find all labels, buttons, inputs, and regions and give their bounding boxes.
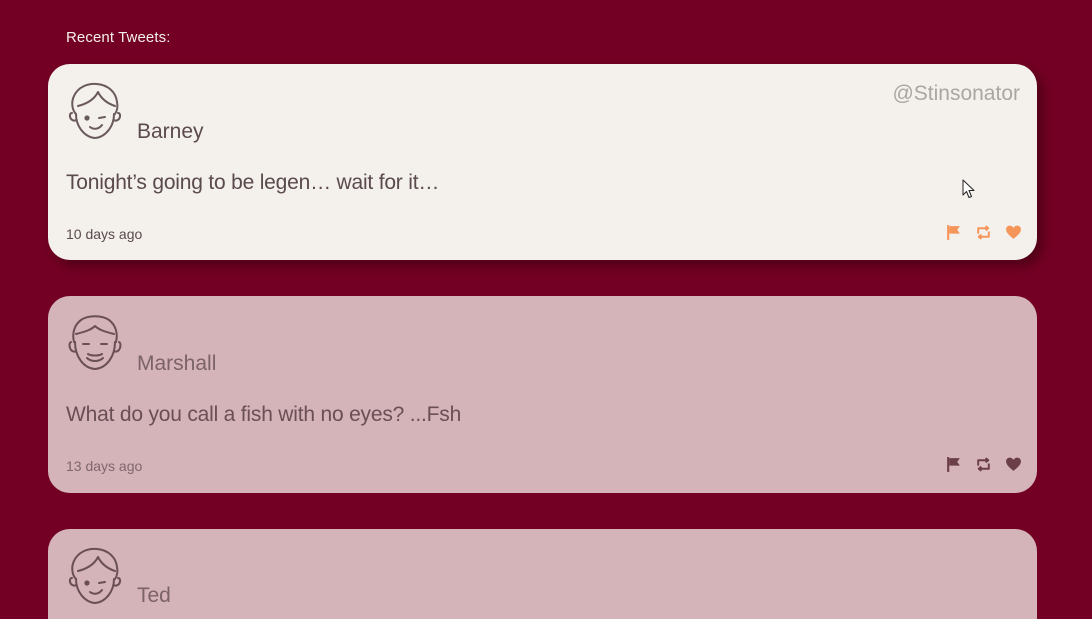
section-title: Recent Tweets:	[66, 29, 171, 46]
tweet-author-name: Barney	[137, 120, 204, 143]
flag-icon[interactable]	[945, 456, 962, 473]
tweet-card[interactable]: Marshall What do you call a fish with no…	[48, 296, 1037, 493]
tweet-timestamp: 13 days ago	[66, 458, 143, 474]
tweet-card[interactable]: Barney @Stinsonator Tonight’s going to b…	[48, 64, 1037, 260]
smiling-face-icon	[68, 315, 122, 370]
tweet-author-handle[interactable]: @Stinsonator	[892, 82, 1020, 106]
retweet-icon[interactable]	[975, 224, 992, 241]
tweet-timestamp: 10 days ago	[66, 226, 143, 242]
flag-icon[interactable]	[945, 224, 962, 241]
heart-icon[interactable]	[1005, 224, 1022, 241]
tweet-card[interactable]: Ted	[48, 529, 1037, 619]
winking-face-icon	[68, 547, 122, 604]
retweet-icon[interactable]	[975, 456, 992, 473]
tweet-actions	[945, 224, 1022, 241]
tweet-author-name: Ted	[137, 584, 171, 607]
mouse-cursor-icon	[962, 179, 975, 198]
winking-face-icon	[68, 82, 122, 139]
heart-icon[interactable]	[1005, 456, 1022, 473]
tweet-text: Tonight’s going to be legen… wait for it…	[66, 171, 440, 194]
page: Recent Tweets: Barney @Stinsonator Tonig…	[0, 0, 1092, 619]
tweet-author-name: Marshall	[137, 352, 217, 375]
tweet-text: What do you call a fish with no eyes? ..…	[66, 403, 462, 426]
tweet-actions	[945, 456, 1022, 473]
